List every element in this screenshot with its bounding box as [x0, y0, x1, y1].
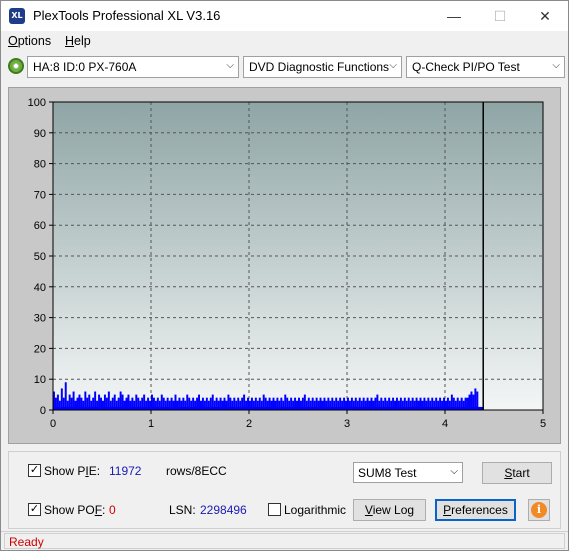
- chevron-down-icon: ⌵: [389, 60, 397, 71]
- y-tick-label: 70: [34, 189, 46, 201]
- show-pof-label[interactable]: Show POF:: [44, 503, 105, 517]
- test-select[interactable]: Q-Check PI/PO Test ⌵: [406, 56, 565, 78]
- y-tick-label: 30: [34, 313, 46, 325]
- drive-select-value: HA:8 ID:0 PX-760A: [33, 60, 137, 74]
- minimize-button[interactable]: —: [431, 1, 477, 31]
- lsn-label: LSN:: [169, 503, 196, 517]
- logarithmic-label[interactable]: Logarithmic: [284, 503, 346, 517]
- info-button[interactable]: i: [528, 499, 550, 521]
- x-tick-label: 0: [50, 418, 56, 430]
- pi-po-chart: 0 10 20 30 40 50 60 70 80 90 100 0 1 2 3 4 5: [8, 87, 561, 444]
- show-pof-checkbox[interactable]: ✓: [28, 503, 41, 516]
- function-select[interactable]: DVD Diagnostic Functions ⌵: [243, 56, 402, 78]
- window-title: PlexTools Professional XL V3.16: [33, 8, 221, 23]
- preferences-button-label: Preferences: [443, 503, 508, 517]
- minimize-icon: —: [447, 8, 461, 24]
- pof-value: 0: [109, 503, 116, 517]
- app-window: XL PlexTools Professional XL V3.16 — ☐ ✕…: [0, 0, 569, 551]
- results-panel: ✓ Show PIE: 11972 rows/8ECC SUM8 Test ⌵ …: [8, 451, 561, 529]
- pie-bar: [474, 388, 477, 410]
- sum-test-value: SUM8 Test: [358, 466, 417, 480]
- pie-unit: rows/8ECC: [166, 464, 227, 478]
- y-tick-label: 50: [34, 251, 46, 263]
- chart-canvas: 0 10 20 30 40 50 60 70 80 90 100 0 1 2 3 4 5: [28, 97, 546, 430]
- menu-help-label: Help: [65, 34, 91, 48]
- close-button[interactable]: ✕: [522, 1, 568, 31]
- pie-bar: [60, 388, 63, 410]
- status-text: Ready: [9, 535, 44, 549]
- y-tick-label: 40: [34, 282, 46, 294]
- chevron-down-icon: ⌵: [450, 466, 458, 477]
- drive-select[interactable]: HA:8 ID:0 PX-760A ⌵: [27, 56, 239, 78]
- chevron-down-icon: ⌵: [552, 60, 560, 71]
- function-select-value: DVD Diagnostic Functions: [249, 60, 390, 74]
- x-tick-label: 3: [344, 418, 350, 430]
- start-button-label: Start: [504, 466, 530, 480]
- checkmark-icon: ✓: [29, 464, 40, 476]
- x-tick-label: 1: [148, 418, 154, 430]
- preferences-button[interactable]: Preferences: [435, 499, 516, 521]
- view-log-button[interactable]: View Log: [353, 499, 426, 521]
- title-bar[interactable]: XL PlexTools Professional XL V3.16 — ☐ ✕: [1, 1, 568, 31]
- chevron-down-icon: ⌵: [226, 60, 234, 71]
- x-tick-label: 4: [442, 418, 448, 430]
- y-tick-label: 0: [40, 405, 46, 417]
- menu-options-label: Options: [8, 34, 52, 48]
- sum-test-select[interactable]: SUM8 Test ⌵: [353, 462, 463, 483]
- menu-options[interactable]: Options: [8, 34, 51, 48]
- menu-bar: Options Help: [1, 31, 568, 52]
- pie-value: 11972: [109, 464, 142, 478]
- x-tick-label: 5: [540, 418, 546, 430]
- y-tick-label: 80: [34, 159, 46, 171]
- status-box: Ready: [4, 533, 565, 549]
- status-bar: Ready: [1, 531, 568, 550]
- y-tick-label: 90: [34, 128, 46, 140]
- lsn-value: 2298496: [200, 503, 247, 517]
- x-tick-label: 2: [246, 418, 252, 430]
- y-tick-label: 20: [34, 343, 46, 355]
- info-icon: i: [531, 502, 547, 518]
- maximize-icon: ☐: [493, 7, 507, 24]
- checkmark-icon: ✓: [29, 503, 40, 515]
- y-tick-label: 60: [34, 220, 46, 232]
- app-icon: XL: [9, 8, 25, 24]
- pie-bar: [64, 382, 67, 410]
- maximize-button[interactable]: ☐: [477, 1, 523, 31]
- view-log-button-label: View Log: [364, 503, 415, 517]
- test-select-value: Q-Check PI/PO Test: [412, 60, 520, 74]
- show-pie-label[interactable]: Show PIE:: [44, 464, 100, 478]
- show-pie-checkbox[interactable]: ✓: [28, 464, 41, 477]
- close-icon: ✕: [539, 7, 551, 24]
- logarithmic-checkbox[interactable]: [268, 503, 281, 516]
- y-tick-label: 10: [34, 374, 46, 386]
- menu-help[interactable]: Help: [65, 34, 91, 48]
- start-button[interactable]: Start: [482, 462, 552, 484]
- drive-disc-icon: [8, 58, 24, 74]
- y-tick-label: 100: [28, 97, 46, 109]
